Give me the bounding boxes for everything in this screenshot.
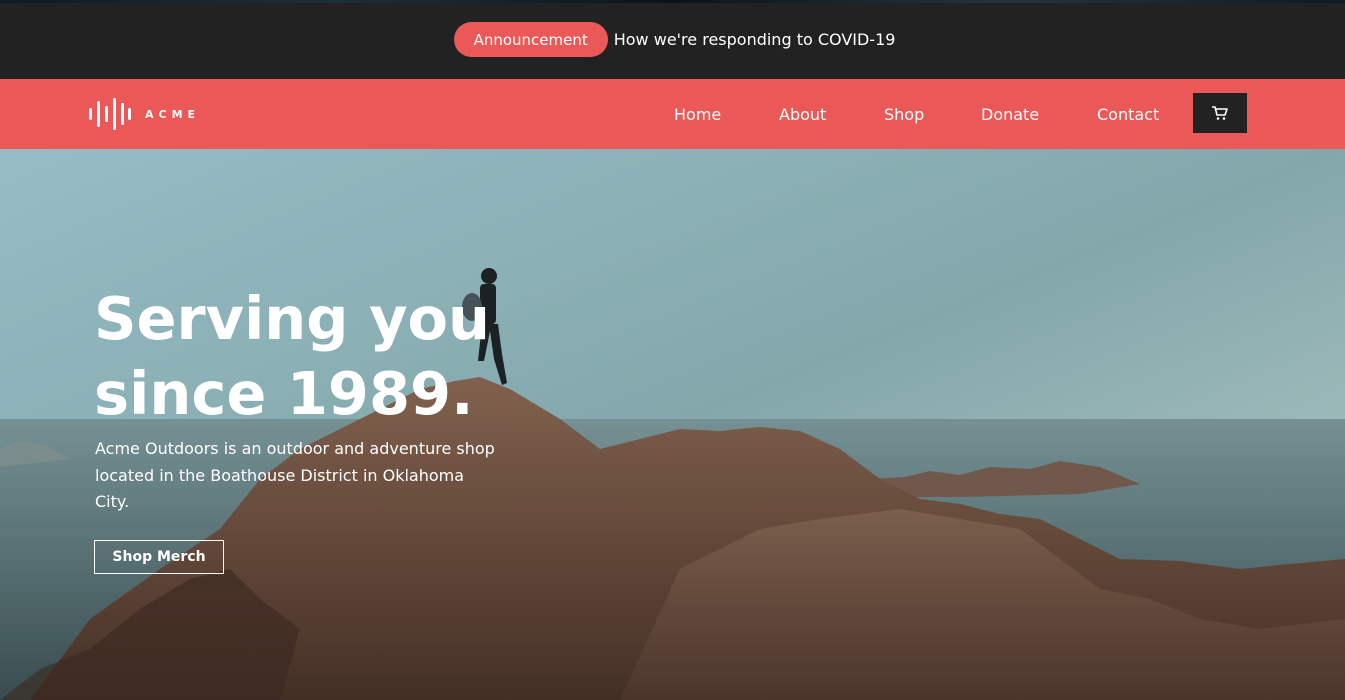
hero-title-line1: Serving you (94, 284, 491, 353)
nav-home[interactable]: Home (674, 105, 721, 124)
hero-description: Acme Outdoors is an outdoor and adventur… (95, 439, 495, 511)
hero-title-line2: since 1989. (94, 359, 474, 428)
announcement-badge[interactable]: Announcement (453, 22, 608, 57)
nav-about[interactable]: About (779, 105, 826, 124)
shop-merch-button[interactable]: Shop Merch (94, 540, 224, 574)
hero-title: Serving you since 1989. (94, 281, 490, 431)
nav-shop[interactable]: Shop (884, 105, 924, 124)
logo[interactable]: ACME (89, 98, 200, 130)
nav-donate[interactable]: Donate (981, 105, 1039, 124)
announcement-link[interactable]: How we're responding to COVID-19 (614, 30, 896, 49)
navbar: ACME Home About Shop Donate Contact (0, 79, 1345, 149)
logo-text: ACME (145, 107, 201, 121)
logo-waveform-icon (89, 98, 131, 130)
hero-section: Serving you since 1989. Acme Outdoors is… (0, 149, 1345, 700)
cart-button[interactable] (1193, 93, 1247, 133)
announcement-bar: Announcement How we're responding to COV… (0, 0, 1345, 79)
cart-icon (1212, 106, 1228, 120)
nav-contact[interactable]: Contact (1097, 105, 1159, 124)
